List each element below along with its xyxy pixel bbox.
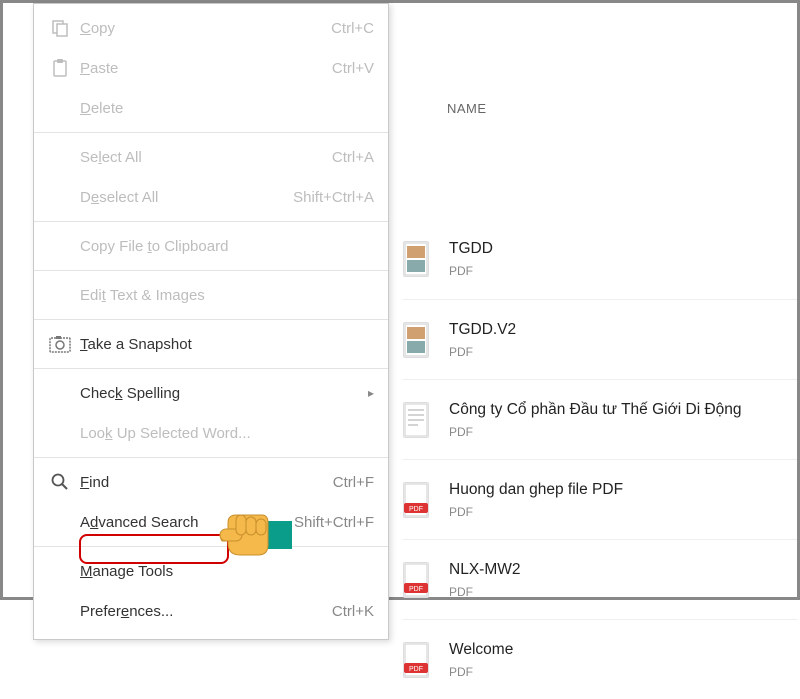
file-title: NLX-MW2 xyxy=(449,561,520,579)
search-icon xyxy=(46,472,74,492)
menu-item-find[interactable]: FindCtrl+F xyxy=(34,462,388,502)
menu-label: Select All xyxy=(74,149,332,166)
file-title: Công ty Cổ phần Đầu tư Thế Giới Di Động xyxy=(449,401,742,419)
file-type: PDF xyxy=(449,585,520,599)
menu-item-take-snapshot[interactable]: Take a Snapshot xyxy=(34,324,388,364)
menu-item-edit-text-images: Edit Text & Images xyxy=(34,275,388,315)
menu-shortcut: Ctrl+F xyxy=(333,474,374,491)
menu-shortcut: Ctrl+A xyxy=(332,149,374,166)
file-row[interactable]: TGDD PDF xyxy=(403,219,797,299)
menu-shortcut: Shift+Ctrl+F xyxy=(294,514,374,531)
recent-files-list: TGDDPDFTGDD.V2PDFCông ty Cổ phần Đầu tư … xyxy=(403,127,797,597)
file-type: PDF xyxy=(449,264,493,278)
svg-text:PDF: PDF xyxy=(409,586,423,593)
menu-item-paste: PasteCtrl+V xyxy=(34,48,388,88)
file-row[interactable]: PDF Huong dan ghep file PDF PDF xyxy=(403,459,797,539)
menu-item-copy-file-clipboard: Copy File to Clipboard xyxy=(34,226,388,266)
file-type: PDF xyxy=(449,665,513,679)
menu-label: Edit Text & Images xyxy=(74,287,374,304)
menu-label: Copy xyxy=(74,20,331,37)
menu-separator xyxy=(34,319,388,320)
menu-item-preferences[interactable]: Preferences...Ctrl+K xyxy=(34,591,388,631)
svg-text:PDF: PDF xyxy=(409,666,423,673)
file-row[interactable]: Công ty Cổ phần Đầu tư Thế Giới Di Động P… xyxy=(403,379,797,459)
menu-item-copy: CopyCtrl+C xyxy=(34,8,388,48)
file-thumbnail xyxy=(403,322,429,358)
menu-label: Preferences... xyxy=(74,603,332,620)
file-type: PDF xyxy=(449,345,516,359)
file-row[interactable]: TGDD.V2 PDF xyxy=(403,299,797,379)
menu-item-delete: Delete xyxy=(34,88,388,128)
file-type: PDF xyxy=(449,505,623,519)
menu-shortcut: Ctrl+K xyxy=(332,603,374,620)
file-thumbnail: PDF xyxy=(403,482,429,518)
pointing-hand-annotation xyxy=(218,493,298,578)
copy-icon xyxy=(46,18,74,38)
file-thumbnail: PDF xyxy=(403,562,429,598)
file-row[interactable]: PDF NLX-MW2 PDF xyxy=(403,539,797,619)
column-header-name: NAME xyxy=(447,101,487,116)
menu-separator xyxy=(34,457,388,458)
file-type: PDF xyxy=(449,425,742,439)
menu-separator xyxy=(34,132,388,133)
file-title: TGDD xyxy=(449,240,493,258)
menu-label: Check Spelling xyxy=(74,385,362,402)
menu-separator xyxy=(34,270,388,271)
file-row[interactable]: PDF Welcome PDF xyxy=(403,619,797,699)
camera-icon xyxy=(46,334,74,354)
menu-label: Copy File to Clipboard xyxy=(74,238,374,255)
file-title: TGDD.V2 xyxy=(449,321,516,339)
file-thumbnail: PDF xyxy=(403,642,429,678)
menu-label: Find xyxy=(74,474,333,491)
menu-shortcut: Ctrl+V xyxy=(332,60,374,77)
menu-separator xyxy=(34,368,388,369)
menu-label: Take a Snapshot xyxy=(74,336,374,353)
menu-separator xyxy=(34,221,388,222)
highlight-preferences xyxy=(79,534,229,564)
menu-label: Deselect All xyxy=(74,189,293,206)
menu-label: Paste xyxy=(74,60,332,77)
chevron-right-icon: ▸ xyxy=(368,386,374,400)
menu-shortcut: Ctrl+C xyxy=(331,20,374,37)
menu-item-deselect-all: Deselect AllShift+Ctrl+A xyxy=(34,177,388,217)
menu-item-lookup-word: Look Up Selected Word... xyxy=(34,413,388,453)
file-title: Huong dan ghep file PDF xyxy=(449,481,623,499)
file-thumbnail xyxy=(403,241,429,277)
menu-item-check-spelling[interactable]: Check Spelling ▸ xyxy=(34,373,388,413)
menu-shortcut: Shift+Ctrl+A xyxy=(293,189,374,206)
file-title: Welcome xyxy=(449,641,513,659)
menu-label: Delete xyxy=(74,100,374,117)
menu-label: Look Up Selected Word... xyxy=(74,425,374,442)
svg-text:PDF: PDF xyxy=(409,506,423,513)
menu-item-select-all: Select AllCtrl+A xyxy=(34,137,388,177)
file-thumbnail xyxy=(403,402,429,438)
paste-icon xyxy=(46,58,74,78)
